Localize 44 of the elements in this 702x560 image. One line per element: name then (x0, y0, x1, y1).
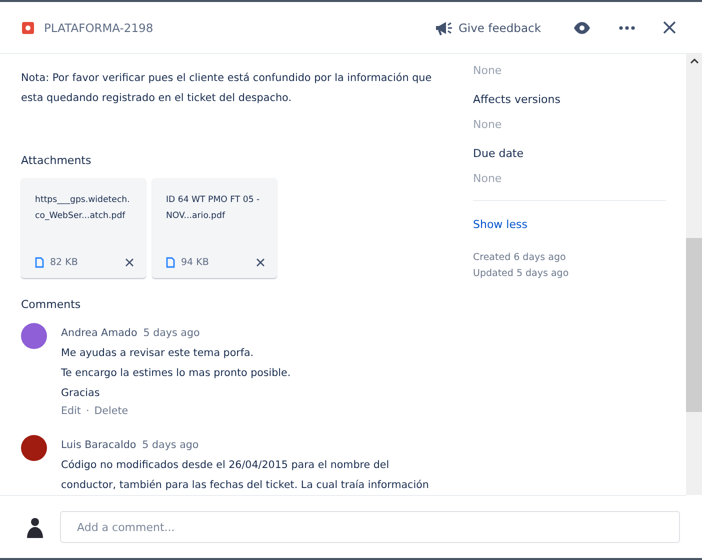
remove-attachment-button[interactable] (256, 258, 265, 267)
attachments-heading: Attachments (21, 154, 92, 167)
comment-input[interactable]: Add a comment... (60, 511, 680, 543)
comment-author[interactable]: Andrea Amado (61, 327, 138, 339)
comment-text: Me ayudas a revisar este tema porfa. (61, 346, 255, 361)
separator-dot: · (86, 405, 90, 417)
comment-action-link[interactable]: Delete (94, 405, 128, 417)
comment-time: 5 days ago (143, 327, 200, 339)
remove-attachment-button[interactable] (125, 258, 134, 267)
file-name: https___gps.widetech.co_WebSer...atch.pdf (35, 194, 131, 223)
comment-text: conductor, también para las fechas del ticket. La cual traía información (61, 478, 429, 493)
file-name: ID 64 WT PMO FT 05 - NOV...ario.pdf (166, 194, 261, 223)
scroll-up-icon[interactable] (690, 58, 698, 64)
scrollbar[interactable] (686, 54, 702, 495)
comment-text: Código no modificados desde el 26/04/2015 para el nombre del (61, 458, 390, 473)
attachment-card[interactable]: https___gps.widetech.co_WebSer...atch.pdf 82 KB (21, 178, 146, 278)
user-avatar-icon (24, 515, 46, 539)
issue-type-icon (22, 22, 34, 34)
comment-time: 5 days ago (142, 439, 199, 451)
comment-text: Te encargo la estimes lo mas pronto posible. (61, 366, 291, 381)
field-value: None (473, 172, 503, 185)
file-icon (35, 257, 44, 268)
field-value: None (473, 118, 503, 131)
comment-text: Gracias (61, 386, 101, 401)
file-icon (166, 257, 175, 268)
megaphone-icon (434, 20, 453, 36)
file-size: 94 KB (181, 257, 210, 268)
give-feedback-button[interactable]: Give feedback (430, 16, 545, 40)
field-value: None (473, 64, 503, 77)
comment-action-link[interactable]: Edit (61, 405, 81, 417)
field-label: Affects versions (473, 93, 562, 106)
issue-key-link[interactable]: PLATAFORMA-2198 (44, 20, 421, 34)
close-icon (663, 21, 676, 34)
field-label: Due date (473, 147, 525, 160)
file-size: 82 KB (50, 257, 79, 268)
more-icon (619, 26, 635, 30)
created-text: Created 6 days ago (473, 251, 567, 265)
comment-author[interactable]: Luis Baracaldo (61, 439, 136, 451)
comments-heading: Comments (21, 298, 82, 311)
show-less-link[interactable]: Show less (473, 218, 528, 231)
attachment-card[interactable]: ID 64 WT PMO FT 05 - NOV...ario.pdf 94 KB (152, 178, 277, 278)
description-text: Nota: Por favor verificar pues el cliente está confundido por la información que esta quedando registrado en el ticket del despacho. (21, 71, 433, 106)
updated-text: Updated 5 days ago (473, 267, 570, 281)
eye-icon (573, 20, 591, 34)
